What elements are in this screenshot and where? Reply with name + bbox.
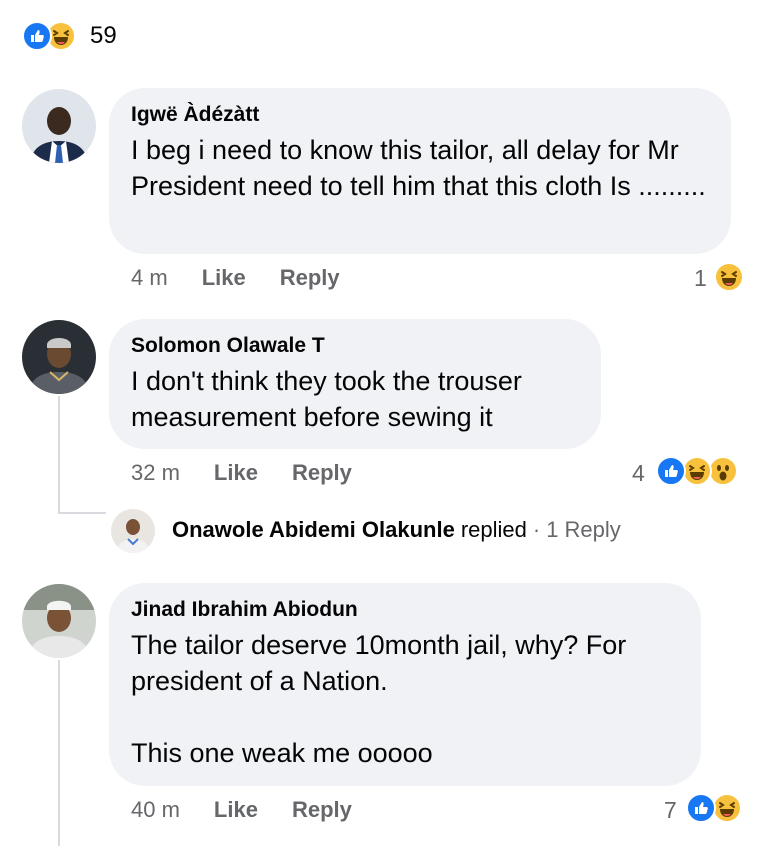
reply-button[interactable]: Reply — [292, 460, 352, 486]
thread-line — [58, 660, 60, 846]
comment-reactions[interactable]: 4 — [628, 456, 753, 490]
thread-line — [58, 512, 106, 514]
reaction-count: 4 — [632, 460, 645, 486]
thread-line — [58, 396, 60, 514]
view-replies-link[interactable]: Onawole Abidemi Olakunle replied · 1 Rep… — [172, 517, 621, 543]
comment-text: I beg i need to know this tailor, all de… — [131, 135, 706, 201]
avatar[interactable] — [22, 584, 96, 658]
wow-icon — [708, 456, 738, 486]
comment-author[interactable]: Jinad Ibrahim Abiodun — [131, 597, 679, 623]
separator: · — [532, 517, 541, 542]
post-reaction-count: 59 — [90, 22, 117, 49]
like-button[interactable]: Like — [214, 460, 258, 486]
haha-icon — [714, 262, 744, 292]
avatar[interactable] — [22, 320, 96, 394]
like-button[interactable]: Like — [214, 797, 258, 823]
comment-bubble[interactable]: Jinad Ibrahim Abiodun The tailor deserve… — [109, 583, 701, 786]
comment-bubble[interactable]: Igwë Àdézàtt I beg i need to know this t… — [109, 88, 731, 254]
reaction-count: 1 — [694, 265, 707, 291]
haha-icon — [712, 793, 742, 823]
like-icon — [686, 793, 716, 823]
reaction-count: 7 — [664, 797, 677, 823]
reply-author[interactable]: Onawole Abidemi Olakunle — [172, 517, 455, 543]
haha-icon — [682, 456, 712, 486]
comment-actions: 4 m Like Reply — [131, 265, 340, 291]
post-reaction-summary[interactable]: 59 — [22, 20, 152, 54]
comment-bubble[interactable]: Solomon Olawale T I don't think they too… — [109, 319, 601, 449]
comment-time[interactable]: 4 m — [131, 265, 168, 291]
comment-text: I don't think they took the trouser meas… — [131, 366, 522, 432]
reply-count[interactable]: 1 Reply — [546, 517, 621, 543]
replied-label: replied — [460, 517, 527, 542]
comment-reactions[interactable]: 1 — [690, 262, 750, 296]
reply-button[interactable]: Reply — [292, 797, 352, 823]
avatar[interactable] — [111, 509, 155, 553]
comment-time[interactable]: 40 m — [131, 797, 180, 823]
comment-reactions[interactable]: 7 — [660, 793, 755, 827]
like-icon — [656, 456, 686, 486]
like-icon — [22, 21, 52, 51]
comment-text: The tailor deserve 10month jail, why? Fo… — [131, 630, 627, 768]
like-button[interactable]: Like — [202, 265, 246, 291]
comment-author[interactable]: Solomon Olawale T — [131, 333, 579, 359]
comment-actions: 32 m Like Reply — [131, 460, 352, 486]
avatar[interactable] — [22, 89, 96, 163]
comment-author[interactable]: Igwë Àdézàtt — [131, 102, 709, 128]
comment-actions: 40 m Like Reply — [131, 797, 352, 823]
comment-time[interactable]: 32 m — [131, 460, 180, 486]
reply-button[interactable]: Reply — [280, 265, 340, 291]
